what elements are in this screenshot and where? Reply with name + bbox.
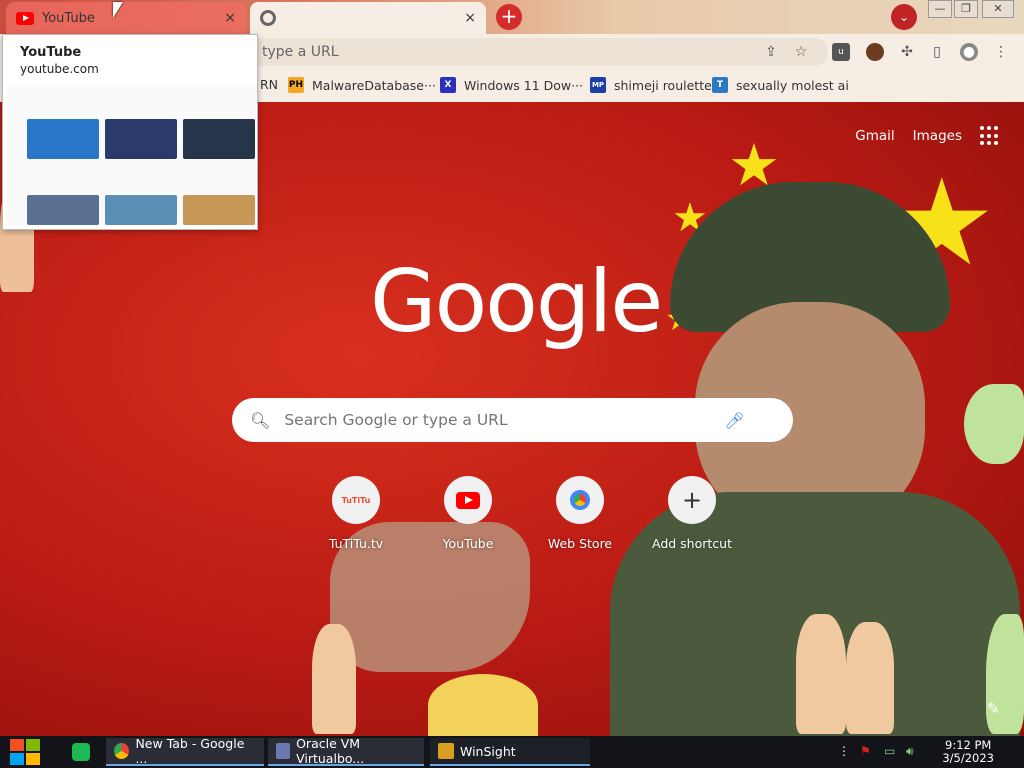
hover-card-preview bbox=[7, 85, 257, 225]
customize-edit-icon[interactable]: ✎ bbox=[987, 699, 1000, 718]
profile-avatar-icon[interactable] bbox=[866, 43, 884, 61]
site-favicon-icon: T bbox=[712, 77, 728, 93]
preview-video-thumb bbox=[27, 119, 99, 159]
shimeji-character[interactable] bbox=[428, 674, 538, 736]
tab-close-icon[interactable]: × bbox=[224, 10, 236, 26]
taskbar-chrome[interactable]: New Tab - Google ... bbox=[106, 736, 264, 766]
taskbar-winsight[interactable]: WinSight bbox=[430, 738, 590, 766]
shimeji-character[interactable] bbox=[846, 622, 894, 734]
start-button[interactable] bbox=[10, 739, 42, 765]
network-icon[interactable]: ▭ bbox=[884, 744, 895, 758]
address-bar[interactable]: type a URL bbox=[248, 38, 828, 66]
close-window-button[interactable]: ✕ bbox=[982, 0, 1014, 18]
tutitu-icon: TuTiTu bbox=[332, 476, 380, 524]
flag-icon[interactable]: ⚑ bbox=[860, 744, 871, 758]
youtube-icon bbox=[444, 476, 492, 524]
mpt-icon: MP bbox=[590, 77, 606, 93]
images-link[interactable]: Images bbox=[913, 128, 962, 144]
clock-date: 3/5/2023 bbox=[942, 751, 994, 765]
gmail-link[interactable]: Gmail bbox=[855, 128, 894, 144]
tab-label: YouTube bbox=[42, 10, 95, 26]
virtualbox-icon bbox=[276, 743, 291, 759]
shimeji-character[interactable] bbox=[964, 384, 1024, 464]
youtube-favicon-icon bbox=[16, 11, 34, 25]
menu-icon[interactable]: ⋮ bbox=[992, 43, 1010, 61]
tab-youtube[interactable]: YouTube × bbox=[6, 2, 246, 34]
preview-video-thumb bbox=[183, 119, 255, 159]
preview-video-thumb bbox=[105, 119, 177, 159]
preview-video-thumb bbox=[105, 195, 177, 225]
plus-icon: + bbox=[668, 476, 716, 524]
web-store-icon bbox=[556, 476, 604, 524]
account-icon[interactable]: ● bbox=[960, 43, 978, 61]
sidepanel-icon[interactable]: ▯ bbox=[928, 43, 946, 61]
top-links: Gmail Images bbox=[855, 126, 1024, 146]
bookmark-item[interactable]: T sexually molest ai bbox=[712, 77, 849, 93]
bookmark-item[interactable]: X Windows 11 Dow··· bbox=[440, 77, 583, 93]
shortcuts-grid: TuTiTu TuTiTu.tv YouTube Web Store + Add… bbox=[300, 476, 748, 551]
shimeji-character[interactable] bbox=[312, 624, 356, 734]
app-icon[interactable] bbox=[72, 743, 90, 761]
shimeji-character[interactable] bbox=[796, 614, 846, 734]
new-tab-button[interactable]: + bbox=[496, 4, 522, 30]
tab-close-icon[interactable]: × bbox=[464, 10, 476, 26]
taskbar: New Tab - Google ... Oracle VM Virtualbo… bbox=[0, 736, 1024, 768]
minimize-button[interactable]: — bbox=[928, 0, 952, 18]
bookmark-label: RN bbox=[260, 77, 279, 92]
chrome-favicon-icon bbox=[260, 10, 276, 26]
address-bar-text: type a URL bbox=[262, 44, 339, 60]
task-label: WinSight bbox=[460, 743, 516, 759]
preview-video-thumb bbox=[27, 195, 99, 225]
apps-grid-icon[interactable] bbox=[980, 126, 1000, 146]
bookmark-item[interactable]: RN bbox=[260, 77, 278, 92]
bookmark-label: shimeji roulette bbox=[614, 77, 712, 93]
bookmark-label: MalwareDatabase··· bbox=[312, 77, 436, 93]
star-icon[interactable]: ☆ bbox=[792, 43, 810, 61]
taskbar-virtualbox[interactable]: Oracle VM Virtualbo... bbox=[268, 736, 424, 766]
hover-card-title: YouTube bbox=[20, 45, 82, 60]
shortcut-youtube[interactable]: YouTube bbox=[412, 476, 524, 551]
shortcut-label: Add shortcut bbox=[652, 536, 732, 551]
system-clock[interactable]: 9:12 PM 3/5/2023 bbox=[942, 739, 994, 765]
shortcut-label: YouTube bbox=[442, 536, 494, 551]
share-icon[interactable]: ⇪ bbox=[762, 43, 780, 61]
x-icon: X bbox=[440, 77, 456, 93]
add-shortcut-button[interactable]: + Add shortcut bbox=[636, 476, 748, 551]
shortcut-web-store[interactable]: Web Store bbox=[524, 476, 636, 551]
bookmark-label: sexually molest ai bbox=[736, 77, 849, 93]
shortcut-tutitu[interactable]: TuTiTu TuTiTu.tv bbox=[300, 476, 412, 551]
shortcut-label: TuTiTu.tv bbox=[328, 536, 384, 551]
task-label: Oracle VM Virtualbo... bbox=[296, 736, 365, 766]
extensions-icon[interactable]: ✣ bbox=[898, 43, 916, 61]
restore-button[interactable]: ❐ bbox=[954, 0, 978, 18]
bookmark-item[interactable]: MP shimeji roulette bbox=[590, 77, 712, 93]
tab-strip: YouTube × × + ⌄ — ❐ ✕ bbox=[0, 0, 1024, 34]
hover-card-url: youtube.com bbox=[20, 62, 99, 76]
search-box[interactable]: 🔍︎ 🎤︎ bbox=[232, 398, 793, 442]
task-label: New Tab - Google ... bbox=[135, 736, 245, 766]
tab-new-tab[interactable]: × bbox=[250, 2, 486, 34]
tab-hover-card: YouTube youtube.com bbox=[2, 34, 258, 230]
shortcut-label: Web Store bbox=[547, 536, 613, 551]
mouse-cursor-icon bbox=[113, 2, 123, 18]
search-icon: 🔍︎ bbox=[250, 410, 271, 430]
ublock-icon[interactable]: u bbox=[832, 43, 850, 61]
bookmark-item[interactable]: PH MalwareDatabase··· bbox=[288, 77, 436, 93]
bookmark-label: Windows 11 Dow··· bbox=[464, 77, 584, 93]
microphone-icon[interactable]: 🎤︎ bbox=[724, 411, 744, 430]
preview-video-thumb bbox=[183, 195, 255, 225]
chrome-icon bbox=[114, 743, 130, 759]
tab-search-button[interactable]: ⌄ bbox=[891, 4, 917, 30]
google-logo: Google bbox=[370, 252, 663, 352]
winsight-icon bbox=[438, 743, 454, 759]
volume-icon[interactable]: 🔊︎ bbox=[906, 744, 914, 759]
pornhub-icon: PH bbox=[288, 77, 304, 93]
search-input[interactable] bbox=[284, 411, 725, 429]
tray-overflow-icon[interactable]: ⋮ bbox=[838, 744, 850, 758]
